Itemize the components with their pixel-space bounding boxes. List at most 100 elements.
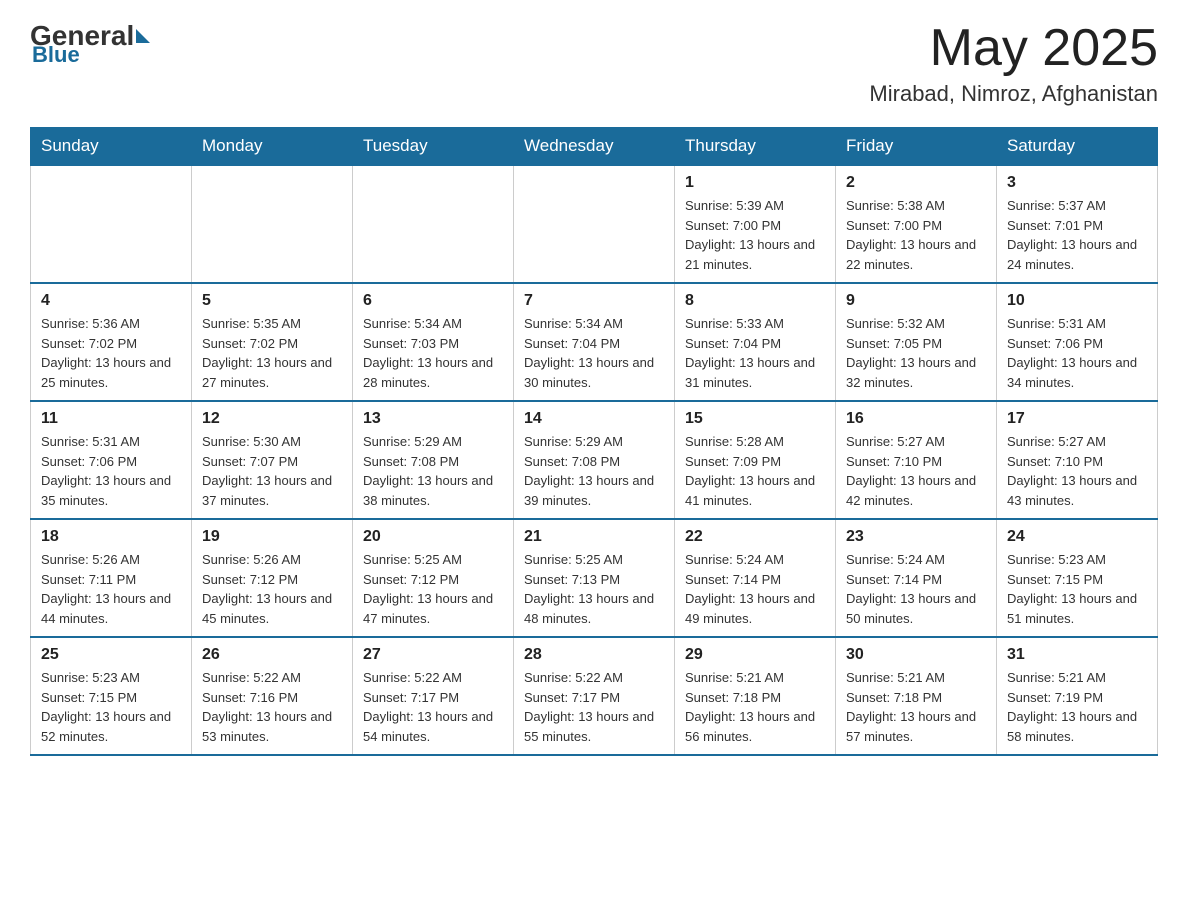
day-info: Sunrise: 5:38 AM Sunset: 7:00 PM Dayligh…: [846, 196, 986, 274]
calendar-cell: 10 Sunrise: 5:31 AM Sunset: 7:06 PM Dayli…: [997, 283, 1158, 401]
calendar-cell: 26 Sunrise: 5:22 AM Sunset: 7:16 PM Dayli…: [192, 637, 353, 755]
calendar-week-1: 1Sunrise: 5:39 AM Sunset: 7:00 PM Daylig…: [31, 165, 1158, 283]
day-number: 16: [846, 410, 986, 428]
weekday-header-wednesday: Wednesday: [514, 128, 675, 166]
day-number: 28: [524, 646, 664, 664]
day-info: Sunrise: 5:34 AM Sunset: 7:04 PM Dayligh…: [524, 314, 664, 392]
weekday-header-saturday: Saturday: [997, 128, 1158, 166]
day-info: Sunrise: 5:21 AM Sunset: 7:19 PM Dayligh…: [1007, 668, 1147, 746]
calendar-cell: 15Sunrise: 5:28 AM Sunset: 7:09 PM Dayli…: [675, 401, 836, 519]
day-number: 11: [41, 410, 181, 428]
day-number: 10: [1007, 292, 1147, 310]
calendar-cell: 1Sunrise: 5:39 AM Sunset: 7:00 PM Daylig…: [675, 165, 836, 283]
day-info: Sunrise: 5:31 AM Sunset: 7:06 PM Dayligh…: [1007, 314, 1147, 392]
day-number: 13: [363, 410, 503, 428]
day-number: 31: [1007, 646, 1147, 664]
calendar-cell: 11 Sunrise: 5:31 AM Sunset: 7:06 PM Dayli…: [31, 401, 192, 519]
day-info: Sunrise: 5:26 AM Sunset: 7:11 PM Dayligh…: [41, 550, 181, 628]
day-number: 5: [202, 292, 342, 310]
calendar-cell: 24 Sunrise: 5:23 AM Sunset: 7:15 PM Dayli…: [997, 519, 1158, 637]
logo-blue-text: Blue: [32, 42, 80, 68]
day-number: 29: [685, 646, 825, 664]
calendar-cell: 29 Sunrise: 5:21 AM Sunset: 7:18 PM Dayli…: [675, 637, 836, 755]
calendar-week-3: 11 Sunrise: 5:31 AM Sunset: 7:06 PM Dayli…: [31, 401, 1158, 519]
day-number: 12: [202, 410, 342, 428]
day-number: 27: [363, 646, 503, 664]
calendar-cell: 19Sunrise: 5:26 AM Sunset: 7:12 PM Dayli…: [192, 519, 353, 637]
day-info: Sunrise: 5:24 AM Sunset: 7:14 PM Dayligh…: [846, 550, 986, 628]
day-number: 7: [524, 292, 664, 310]
page-header: General Blue May 2025 Mirabad, Nimroz, A…: [30, 20, 1158, 107]
title-section: May 2025 Mirabad, Nimroz, Afghanistan: [869, 20, 1158, 107]
calendar-cell: 30Sunrise: 5:21 AM Sunset: 7:18 PM Dayli…: [836, 637, 997, 755]
day-info: Sunrise: 5:29 AM Sunset: 7:08 PM Dayligh…: [524, 432, 664, 510]
day-number: 3: [1007, 174, 1147, 192]
day-info: Sunrise: 5:24 AM Sunset: 7:14 PM Dayligh…: [685, 550, 825, 628]
day-number: 18: [41, 528, 181, 546]
day-number: 22: [685, 528, 825, 546]
day-number: 19: [202, 528, 342, 546]
calendar-cell: 8 Sunrise: 5:33 AM Sunset: 7:04 PM Daylig…: [675, 283, 836, 401]
day-info: Sunrise: 5:27 AM Sunset: 7:10 PM Dayligh…: [846, 432, 986, 510]
logo-arrow-icon: [136, 29, 150, 43]
calendar-cell: 12Sunrise: 5:30 AM Sunset: 7:07 PM Dayli…: [192, 401, 353, 519]
location-subtitle: Mirabad, Nimroz, Afghanistan: [869, 81, 1158, 107]
calendar-header: SundayMondayTuesdayWednesdayThursdayFrid…: [31, 128, 1158, 166]
day-number: 2: [846, 174, 986, 192]
calendar-cell: 9Sunrise: 5:32 AM Sunset: 7:05 PM Daylig…: [836, 283, 997, 401]
calendar-cell: [192, 165, 353, 283]
day-number: 17: [1007, 410, 1147, 428]
weekday-header-tuesday: Tuesday: [353, 128, 514, 166]
day-info: Sunrise: 5:39 AM Sunset: 7:00 PM Dayligh…: [685, 196, 825, 274]
day-info: Sunrise: 5:34 AM Sunset: 7:03 PM Dayligh…: [363, 314, 503, 392]
calendar-cell: [353, 165, 514, 283]
day-number: 23: [846, 528, 986, 546]
day-number: 15: [685, 410, 825, 428]
day-info: Sunrise: 5:36 AM Sunset: 7:02 PM Dayligh…: [41, 314, 181, 392]
day-number: 8: [685, 292, 825, 310]
calendar-cell: 25Sunrise: 5:23 AM Sunset: 7:15 PM Dayli…: [31, 637, 192, 755]
calendar-cell: 21Sunrise: 5:25 AM Sunset: 7:13 PM Dayli…: [514, 519, 675, 637]
calendar-cell: 22 Sunrise: 5:24 AM Sunset: 7:14 PM Dayli…: [675, 519, 836, 637]
day-info: Sunrise: 5:37 AM Sunset: 7:01 PM Dayligh…: [1007, 196, 1147, 274]
weekday-header-row: SundayMondayTuesdayWednesdayThursdayFrid…: [31, 128, 1158, 166]
day-info: Sunrise: 5:33 AM Sunset: 7:04 PM Dayligh…: [685, 314, 825, 392]
calendar-table: SundayMondayTuesdayWednesdayThursdayFrid…: [30, 127, 1158, 756]
day-info: Sunrise: 5:23 AM Sunset: 7:15 PM Dayligh…: [1007, 550, 1147, 628]
day-info: Sunrise: 5:25 AM Sunset: 7:12 PM Dayligh…: [363, 550, 503, 628]
logo: General Blue: [30, 20, 150, 68]
day-number: 9: [846, 292, 986, 310]
day-info: Sunrise: 5:22 AM Sunset: 7:16 PM Dayligh…: [202, 668, 342, 746]
day-number: 4: [41, 292, 181, 310]
calendar-cell: 23 Sunrise: 5:24 AM Sunset: 7:14 PM Dayli…: [836, 519, 997, 637]
day-info: Sunrise: 5:22 AM Sunset: 7:17 PM Dayligh…: [363, 668, 503, 746]
calendar-cell: 4 Sunrise: 5:36 AM Sunset: 7:02 PM Daylig…: [31, 283, 192, 401]
day-info: Sunrise: 5:25 AM Sunset: 7:13 PM Dayligh…: [524, 550, 664, 628]
day-info: Sunrise: 5:21 AM Sunset: 7:18 PM Dayligh…: [846, 668, 986, 746]
calendar-body: 1Sunrise: 5:39 AM Sunset: 7:00 PM Daylig…: [31, 165, 1158, 755]
calendar-cell: 28 Sunrise: 5:22 AM Sunset: 7:17 PM Dayli…: [514, 637, 675, 755]
day-info: Sunrise: 5:35 AM Sunset: 7:02 PM Dayligh…: [202, 314, 342, 392]
weekday-header-friday: Friday: [836, 128, 997, 166]
calendar-cell: 7 Sunrise: 5:34 AM Sunset: 7:04 PM Daylig…: [514, 283, 675, 401]
day-info: Sunrise: 5:21 AM Sunset: 7:18 PM Dayligh…: [685, 668, 825, 746]
calendar-cell: [514, 165, 675, 283]
day-number: 24: [1007, 528, 1147, 546]
calendar-cell: 13Sunrise: 5:29 AM Sunset: 7:08 PM Dayli…: [353, 401, 514, 519]
calendar-cell: 2 Sunrise: 5:38 AM Sunset: 7:00 PM Daylig…: [836, 165, 997, 283]
day-info: Sunrise: 5:31 AM Sunset: 7:06 PM Dayligh…: [41, 432, 181, 510]
day-number: 14: [524, 410, 664, 428]
day-number: 6: [363, 292, 503, 310]
day-info: Sunrise: 5:22 AM Sunset: 7:17 PM Dayligh…: [524, 668, 664, 746]
day-info: Sunrise: 5:27 AM Sunset: 7:10 PM Dayligh…: [1007, 432, 1147, 510]
calendar-cell: 17 Sunrise: 5:27 AM Sunset: 7:10 PM Dayli…: [997, 401, 1158, 519]
calendar-week-2: 4 Sunrise: 5:36 AM Sunset: 7:02 PM Daylig…: [31, 283, 1158, 401]
calendar-cell: 20Sunrise: 5:25 AM Sunset: 7:12 PM Dayli…: [353, 519, 514, 637]
calendar-cell: 6 Sunrise: 5:34 AM Sunset: 7:03 PM Daylig…: [353, 283, 514, 401]
calendar-cell: 5 Sunrise: 5:35 AM Sunset: 7:02 PM Daylig…: [192, 283, 353, 401]
calendar-cell: 18 Sunrise: 5:26 AM Sunset: 7:11 PM Dayli…: [31, 519, 192, 637]
weekday-header-monday: Monday: [192, 128, 353, 166]
calendar-cell: 31 Sunrise: 5:21 AM Sunset: 7:19 PM Dayli…: [997, 637, 1158, 755]
day-number: 26: [202, 646, 342, 664]
calendar-cell: 16 Sunrise: 5:27 AM Sunset: 7:10 PM Dayli…: [836, 401, 997, 519]
